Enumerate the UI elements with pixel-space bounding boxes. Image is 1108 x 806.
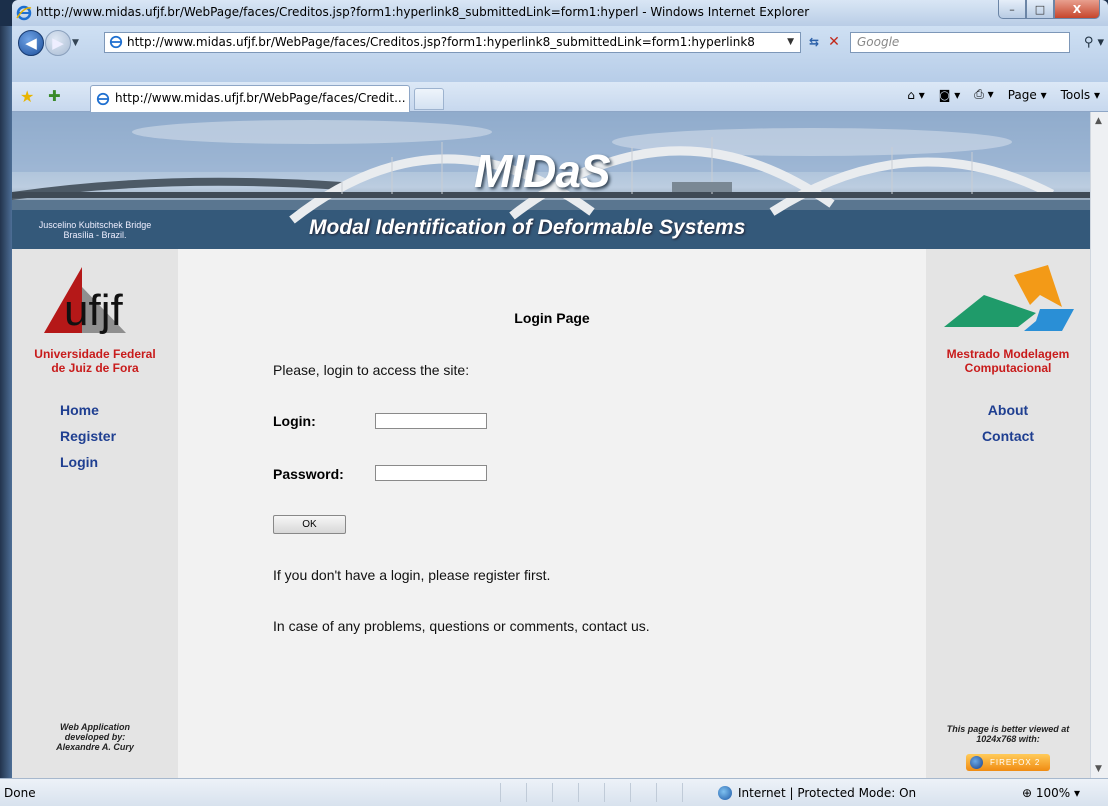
photo-caption: Juscelino Kubitschek Bridge Brasília - B… bbox=[20, 220, 170, 240]
page-menu[interactable]: Page ▾ bbox=[1008, 88, 1047, 102]
tools-menu[interactable]: Tools ▾ bbox=[1061, 88, 1100, 102]
minimize-button[interactable]: – bbox=[998, 0, 1026, 19]
page-title: Login Page bbox=[514, 310, 590, 326]
address-field[interactable]: http://www.midas.ufjf.br/WebPage/faces/C… bbox=[104, 32, 801, 53]
status-bar: Done Internet | Protected Mode: On ⊕ 100… bbox=[0, 778, 1108, 806]
ok-button[interactable]: OK bbox=[273, 515, 346, 534]
zoom-value: 100% bbox=[1035, 786, 1071, 800]
new-tab-button[interactable] bbox=[414, 88, 444, 110]
status-panes bbox=[500, 783, 708, 802]
print-icon[interactable]: ⎙ ▾ bbox=[974, 87, 993, 102]
title-bar: http://www.midas.ufjf.br/WebPage/faces/C… bbox=[12, 0, 1108, 26]
login-input[interactable] bbox=[375, 413, 487, 429]
recent-pages-dropdown-icon[interactable]: ▼ bbox=[72, 38, 79, 48]
add-favorites-icon[interactable]: ✚ bbox=[48, 87, 61, 105]
password-label: Password: bbox=[273, 466, 344, 482]
home-icon[interactable]: ⌂ ▾ bbox=[907, 88, 924, 102]
refresh-icon[interactable]: ⇆ bbox=[804, 33, 824, 52]
browser-window: http://www.midas.ufjf.br/WebPage/faces/C… bbox=[0, 0, 1108, 806]
note-line-2: 1024x768 with: bbox=[976, 734, 1040, 744]
command-bar: ⌂ ▾ ◙ ▾ ⎙ ▾ Page ▾ Tools ▾ bbox=[907, 87, 1100, 102]
login-label: Login: bbox=[273, 413, 316, 429]
page-icon bbox=[96, 92, 110, 106]
nav-home-link[interactable]: Home bbox=[60, 397, 116, 423]
credit-line-3: Alexandre A. Cury bbox=[56, 742, 134, 752]
scroll-down-icon[interactable]: ▼ bbox=[1095, 764, 1102, 774]
site-subtitle: Modal Identification of Deformable Syste… bbox=[309, 216, 746, 239]
university-line-2: de Juiz de Fora bbox=[51, 361, 139, 375]
scroll-up-icon[interactable]: ▲ bbox=[1095, 116, 1102, 126]
header-banner: MIDaS Modal Identification of Deformable… bbox=[12, 112, 1090, 249]
ufjf-logo-text: ufjf bbox=[64, 286, 123, 335]
left-nav: Home Register Login bbox=[60, 397, 116, 475]
stop-icon[interactable]: ✕ bbox=[824, 33, 844, 52]
university-name: Universidade Federal de Juiz de Fora bbox=[12, 347, 178, 375]
firefox-badge[interactable]: FIREFOX 2 bbox=[966, 754, 1050, 771]
favorites-star-icon[interactable]: ★ bbox=[20, 87, 34, 106]
search-icon[interactable]: ⚲ ▾ bbox=[1076, 32, 1108, 53]
contact-note: In case of any problems, questions or co… bbox=[273, 618, 650, 634]
program-line-2: Computacional bbox=[964, 361, 1052, 375]
login-intro-text: Please, login to access the site: bbox=[273, 362, 470, 378]
program-name: Mestrado Modelagem Computacional bbox=[926, 347, 1090, 375]
nav-about-link[interactable]: About bbox=[926, 397, 1090, 423]
password-input[interactable] bbox=[375, 465, 487, 481]
search-input[interactable]: Google bbox=[850, 32, 1070, 53]
caption-line-1: Juscelino Kubitschek Bridge bbox=[38, 220, 152, 230]
main-content: Login Page Please, login to access the s… bbox=[178, 249, 926, 778]
desktop-edge bbox=[0, 26, 12, 778]
developer-credit: Web Application developed by: Alexandre … bbox=[12, 722, 178, 752]
address-dropdown-icon[interactable]: ▼ bbox=[787, 33, 794, 52]
firefox-icon bbox=[970, 756, 983, 769]
credit-line-1: Web Application bbox=[59, 722, 130, 732]
right-nav: About Contact bbox=[926, 397, 1090, 449]
close-button[interactable]: X bbox=[1054, 0, 1100, 19]
zoom-level[interactable]: ⊕ 100% ▾ bbox=[1022, 786, 1080, 800]
firefox-badge-label: FIREFOX 2 bbox=[990, 758, 1041, 767]
forward-button[interactable]: ▶ bbox=[45, 30, 71, 56]
nav-contact-link[interactable]: Contact bbox=[926, 423, 1090, 449]
status-text: Done bbox=[4, 786, 36, 800]
page-viewport: MIDaS Modal Identification of Deformable… bbox=[12, 112, 1090, 778]
credit-line-2: developed by: bbox=[64, 732, 126, 742]
caption-buttons: – □ X bbox=[998, 0, 1100, 20]
right-sidebar: Mestrado Modelagem Computacional About C… bbox=[926, 249, 1090, 778]
register-note: If you don't have a login, please regist… bbox=[273, 567, 551, 583]
tab-bar: ★ ✚ http://www.midas.ufjf.br/WebPage/fac… bbox=[12, 82, 1108, 112]
site-title: MIDaS bbox=[474, 145, 611, 197]
left-sidebar: ufjf Universidade Federal de Juiz de For… bbox=[12, 249, 178, 778]
mmc-logo bbox=[944, 265, 1074, 331]
note-line-1: This page is better viewed at bbox=[946, 724, 1070, 734]
address-url: http://www.midas.ufjf.br/WebPage/faces/C… bbox=[127, 35, 755, 49]
browser-note: This page is better viewed at 1024x768 w… bbox=[926, 724, 1090, 744]
maximize-button[interactable]: □ bbox=[1026, 0, 1054, 19]
nav-register-link[interactable]: Register bbox=[60, 423, 116, 449]
ie-icon bbox=[16, 5, 32, 21]
nav-login-link[interactable]: Login bbox=[60, 449, 116, 475]
window-title: http://www.midas.ufjf.br/WebPage/faces/C… bbox=[36, 5, 810, 19]
vertical-scrollbar[interactable]: ▲ ▼ bbox=[1090, 112, 1108, 778]
page-icon bbox=[109, 35, 123, 49]
program-line-1: Mestrado Modelagem bbox=[946, 347, 1070, 361]
caption-line-2: Brasília - Brazil. bbox=[63, 230, 127, 240]
back-button[interactable]: ◀ bbox=[18, 30, 44, 56]
tab-current[interactable]: http://www.midas.ufjf.br/WebPage/faces/C… bbox=[90, 85, 410, 112]
ufjf-logo: ufjf bbox=[44, 267, 126, 335]
security-zone[interactable]: Internet | Protected Mode: On bbox=[718, 786, 916, 800]
tab-label: http://www.midas.ufjf.br/WebPage/faces/C… bbox=[115, 91, 406, 105]
university-line-1: Universidade Federal bbox=[34, 347, 156, 361]
feeds-icon[interactable]: ◙ ▾ bbox=[939, 88, 960, 102]
navigation-bar: ◀ ▶ ▼ http://www.midas.ufjf.br/WebPage/f… bbox=[12, 26, 1108, 82]
